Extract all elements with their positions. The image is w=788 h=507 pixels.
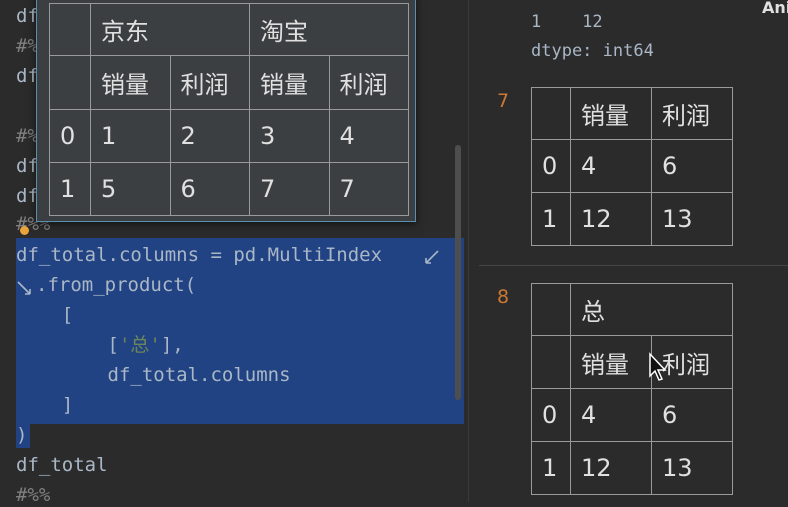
editor-scrollbar[interactable] <box>455 145 461 400</box>
table-cell: 13 <box>651 192 733 246</box>
column-group-header: 淘宝 <box>249 3 409 56</box>
table-row: 0 4 6 <box>531 388 733 442</box>
table-cell: 12 <box>570 192 652 246</box>
code-line: [ <box>16 304 74 326</box>
soft-wrap-icon <box>425 250 439 264</box>
table-cell: 3 <box>249 109 330 163</box>
table-cell: 4 <box>328 109 409 163</box>
table-cell: 2 <box>169 109 250 163</box>
column-header: 销量 <box>249 55 330 110</box>
row-index: 0 <box>49 109 91 163</box>
table-cell: 12 <box>570 441 652 495</box>
table-cell: 1 <box>90 109 171 163</box>
table-cell: 6 <box>651 388 733 442</box>
corner-label: Ani <box>762 0 788 17</box>
table-row: 0 1 2 3 4 <box>49 109 409 163</box>
code-line: ) <box>16 424 28 446</box>
dataframe-preview-popup: 京东 淘宝 销量 利润 销量 利润 0 1 2 3 4 1 5 6 7 7 <box>36 0 416 222</box>
corner-cell <box>531 87 571 140</box>
column-header: 利润 <box>328 55 409 110</box>
code-line: df_total.columns <box>16 364 291 386</box>
table-cell: 4 <box>570 388 652 442</box>
dataframe-output-table: 销量 利润 0 4 6 1 12 13 <box>531 87 733 246</box>
lightbulb-icon[interactable] <box>20 226 29 235</box>
table-cell: 6 <box>651 139 733 193</box>
mouse-pointer-icon <box>649 352 667 381</box>
table-row: 1 12 13 <box>531 441 733 495</box>
column-header: 利润 <box>169 55 250 110</box>
table-cell: 4 <box>570 139 652 193</box>
code-line: ['总'], <box>16 334 184 356</box>
column-header: 销量 <box>90 55 171 110</box>
cell-divider <box>479 265 788 266</box>
table-cell: 7 <box>328 162 409 216</box>
code-comment: #%% <box>16 484 51 506</box>
code-line: ] <box>16 394 74 416</box>
cell-execution-number: 7 <box>497 90 510 112</box>
row-index: 1 <box>49 162 91 216</box>
dataframe-output-table: 总 销量 利润 0 4 6 1 12 13 <box>531 283 733 495</box>
cell-execution-number: 8 <box>497 286 510 308</box>
dataframe-table: 京东 淘宝 销量 利润 销量 利润 0 1 2 3 4 1 5 6 7 7 <box>49 3 409 216</box>
row-index: 1 <box>531 441 571 495</box>
corner-cell <box>49 3 91 56</box>
table-row: 1 5 6 7 7 <box>49 162 409 216</box>
table-cell: 7 <box>249 162 330 216</box>
table-cell: 13 <box>651 441 733 495</box>
code-line: df_total <box>16 454 108 476</box>
column-group-header: 京东 <box>90 3 250 56</box>
column-group-header: 总 <box>570 283 733 336</box>
series-output-row: 1 12 <box>531 12 603 32</box>
corner-cell <box>531 283 571 336</box>
table-cell: 5 <box>90 162 171 216</box>
code-line: df_total.columns = pd.MultiIndex <box>16 244 383 266</box>
output-panel[interactable]: 1 12 dtype: int64 7 销量 利润 0 4 6 1 12 13 … <box>468 0 788 502</box>
row-index: 1 <box>531 192 571 246</box>
soft-wrap-icon <box>17 281 31 295</box>
dtype-text: dtype: int64 <box>531 41 654 61</box>
column-header: 利润 <box>651 87 733 140</box>
code-editor[interactable]: df #% df #% df df #%% df_total.columns =… <box>0 0 468 506</box>
table-cell: 6 <box>169 162 250 216</box>
row-index: 0 <box>531 139 571 193</box>
column-header: 销量 <box>570 87 652 140</box>
table-row: 1 12 13 <box>531 192 733 246</box>
row-index: 0 <box>531 388 571 442</box>
table-row: 0 4 6 <box>531 139 733 193</box>
corner-cell <box>531 335 571 389</box>
code-line: .from_product( <box>36 274 197 296</box>
column-header: 销量 <box>570 335 652 389</box>
corner-cell <box>49 55 91 110</box>
